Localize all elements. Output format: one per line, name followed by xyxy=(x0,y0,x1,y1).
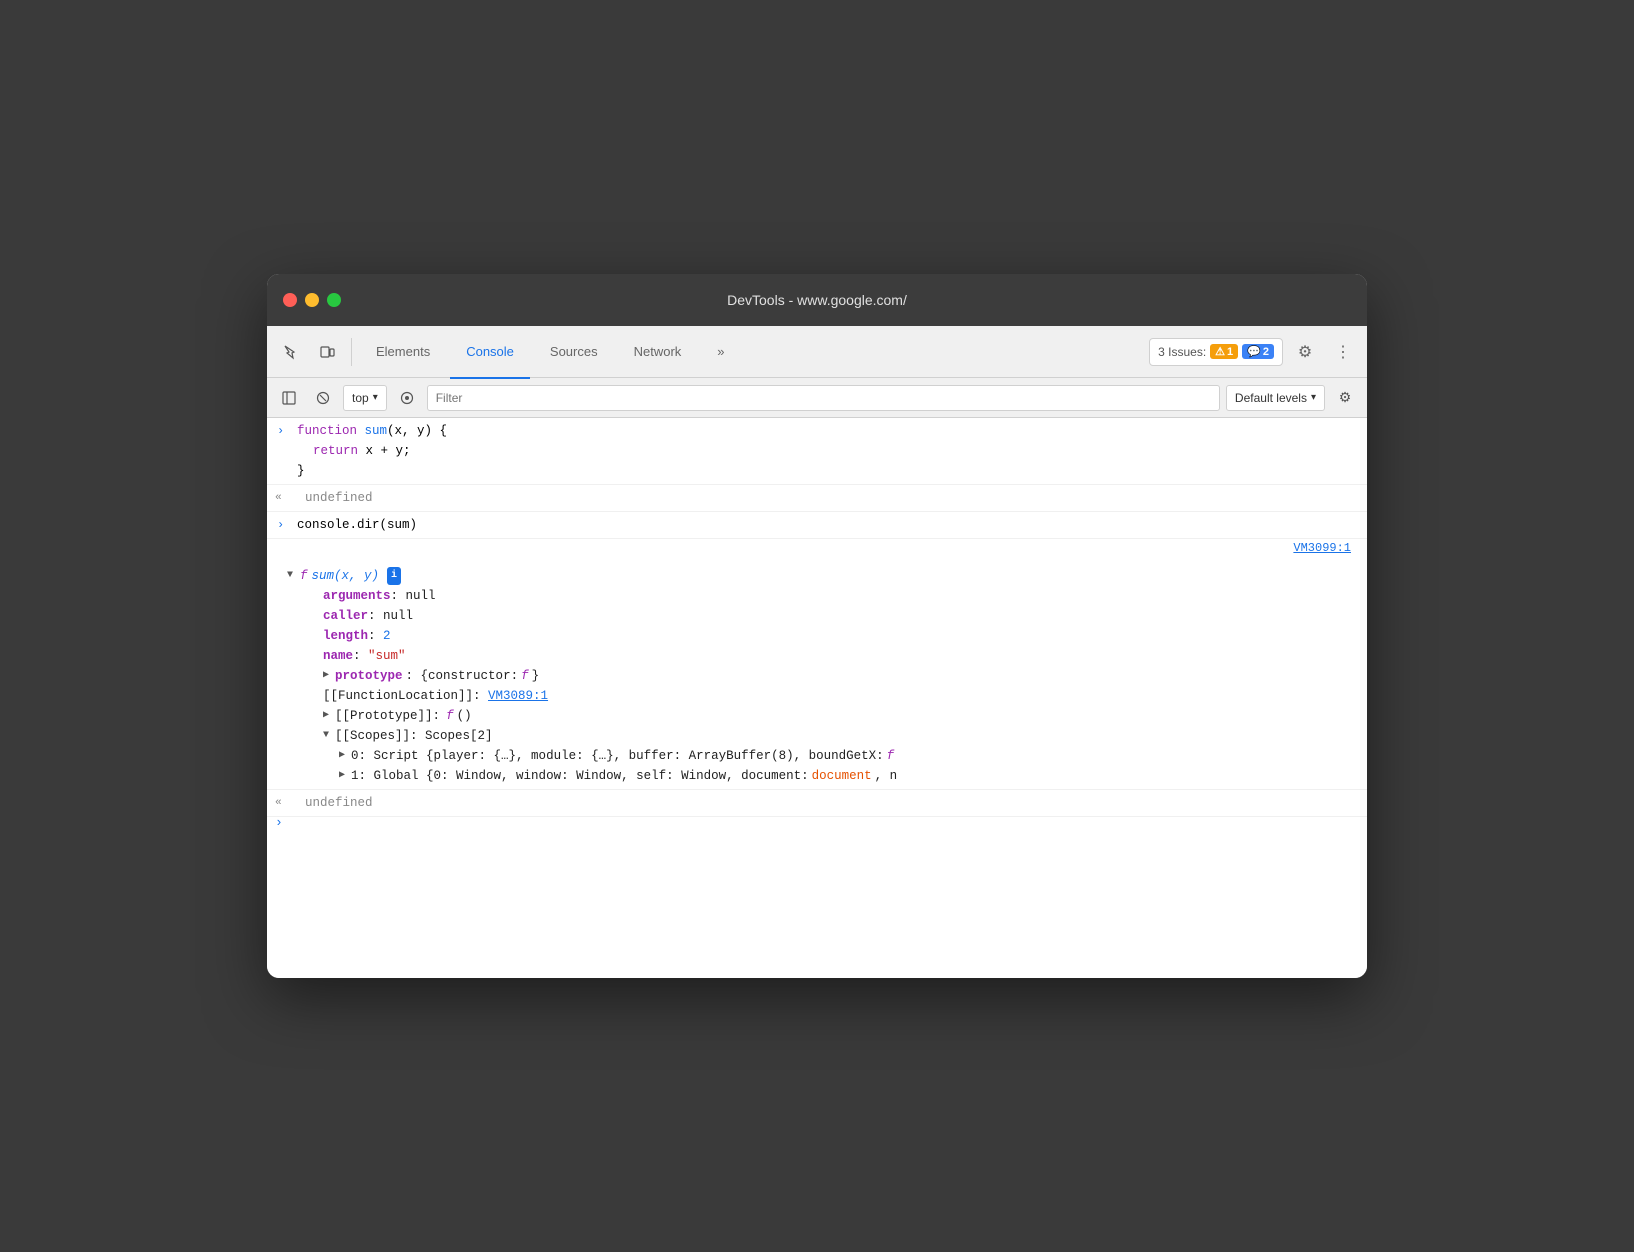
prop-scopes: ▼ [[Scopes]]: Scopes[2] xyxy=(287,726,1359,746)
input-caret-2: › xyxy=(277,516,284,535)
console-input-1: › function sum(x, y) { return x + y; } xyxy=(267,418,1367,485)
clear-console-button[interactable] xyxy=(309,384,337,412)
info-badge: 💬 2 xyxy=(1242,344,1274,359)
devtools-window: DevTools - www.google.com/ Elements Cons… xyxy=(267,274,1367,978)
minimize-button[interactable] xyxy=(305,293,319,307)
traffic-lights xyxy=(283,293,341,307)
prop-prototype2: ▶ [[Prototype]]: f () xyxy=(287,706,1359,726)
settings-button[interactable]: ⚙ xyxy=(1289,336,1321,368)
vm-link-1[interactable]: VM3099:1 xyxy=(1293,539,1351,558)
issues-button[interactable]: 3 Issues: ⚠ 1 💬 2 xyxy=(1149,338,1283,366)
tab-sources[interactable]: Sources xyxy=(534,327,614,379)
func-header-row: ▼ f sum(x, y) i xyxy=(287,566,1359,586)
console-settings-button[interactable]: ⚙ xyxy=(1331,384,1359,412)
tab-more[interactable]: » xyxy=(701,327,740,379)
prop-prototype: ▶ prototype: {constructor: f} xyxy=(287,666,1359,686)
code-block-2: console.dir(sum) xyxy=(297,515,417,535)
console-prompt[interactable]: › xyxy=(267,817,1367,829)
tab-network[interactable]: Network xyxy=(618,327,698,379)
levels-selector[interactable]: Default levels ▾ xyxy=(1226,385,1325,411)
console-result-2: « undefined xyxy=(267,790,1367,817)
device-toolbar-button[interactable] xyxy=(311,336,343,368)
prop-caller: caller: null xyxy=(287,606,1359,626)
toolbar-divider xyxy=(351,338,352,366)
prop-funclocation: [[FunctionLocation]]: VM3089:1 xyxy=(287,686,1359,706)
prompt-caret: › xyxy=(275,813,283,834)
console-input-2: › console.dir(sum) xyxy=(267,512,1367,539)
console-toolbar: top ▾ Default levels ▾ ⚙ xyxy=(267,378,1367,418)
vm-link-row: VM3099:1 xyxy=(267,539,1367,563)
tab-elements[interactable]: Elements xyxy=(360,327,446,379)
prop-length: length: 2 xyxy=(287,626,1359,646)
window-title: DevTools - www.google.com/ xyxy=(727,292,907,308)
maximize-button[interactable] xyxy=(327,293,341,307)
warn-badge: ⚠ 1 xyxy=(1210,344,1238,359)
code-block-1: function sum(x, y) { return x + y; } xyxy=(297,421,447,481)
result-arrow-2: « xyxy=(275,795,282,813)
issues-label: 3 Issues: xyxy=(1158,345,1206,359)
tab-console[interactable]: Console xyxy=(450,327,530,379)
console-result-1: « undefined xyxy=(267,485,1367,512)
input-caret-1: › xyxy=(277,422,284,441)
vm-link-2[interactable]: VM3089:1 xyxy=(488,689,548,703)
close-button[interactable] xyxy=(283,293,297,307)
context-selector[interactable]: top ▾ xyxy=(343,385,387,411)
filter-input[interactable] xyxy=(427,385,1220,411)
inspect-element-button[interactable] xyxy=(275,336,307,368)
titlebar: DevTools - www.google.com/ xyxy=(267,274,1367,326)
toolbar-right: 3 Issues: ⚠ 1 💬 2 ⚙ ⋮ xyxy=(1149,336,1359,368)
prop-name: name: "sum" xyxy=(287,646,1359,666)
result-arrow-1: « xyxy=(275,490,282,508)
sidebar-toggle-button[interactable] xyxy=(275,384,303,412)
live-expression-button[interactable] xyxy=(393,384,421,412)
main-toolbar: Elements Console Sources Network » 3 Iss… xyxy=(267,326,1367,378)
prop-arguments: arguments: null xyxy=(287,586,1359,606)
more-options-button[interactable]: ⋮ xyxy=(1327,336,1359,368)
func-object-entry: ▼ f sum(x, y) i arguments: null caller: … xyxy=(267,563,1367,790)
scope-1: ▶ 1: Global {0: Window, window: Window, … xyxy=(287,766,1359,786)
func-info-badge[interactable]: i xyxy=(387,567,401,585)
console-content: › function sum(x, y) { return x + y; } «… xyxy=(267,418,1367,978)
scope-0: ▶ 0: Script {player: {…}, module: {…}, b… xyxy=(287,746,1359,766)
